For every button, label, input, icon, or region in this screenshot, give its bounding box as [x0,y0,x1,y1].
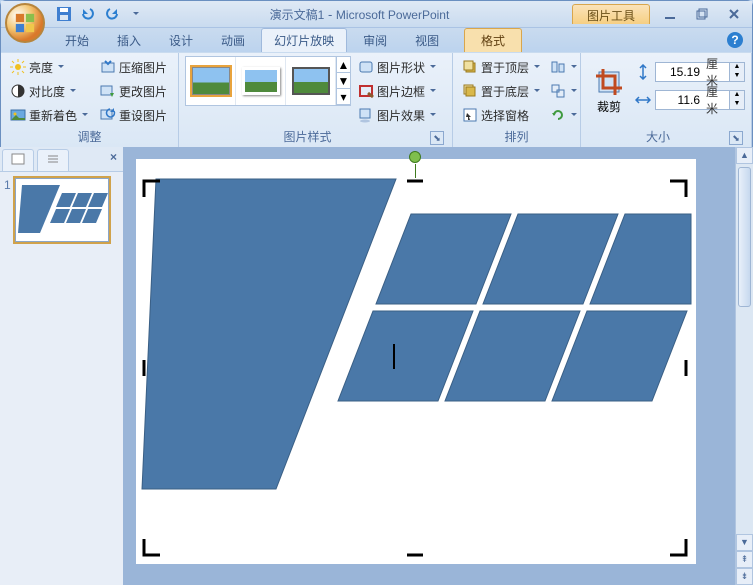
width-up[interactable]: ▲ [730,91,744,100]
contrast-button[interactable]: 对比度 [7,80,93,102]
reset-picture-button[interactable]: 重设图片 [97,104,170,126]
bring-front-icon [462,59,478,75]
quick-access-toolbar [53,3,147,25]
group-adjust: 亮度 对比度 重新着色 压缩图片 更改图片 重设图片 调整 [1,53,179,147]
group-button[interactable] [549,80,580,102]
sun-icon [10,59,26,75]
picture-border-button[interactable]: 图片边框 [355,80,441,102]
style-item-1[interactable] [186,57,236,105]
selection-box[interactable] [142,179,688,557]
compress-button[interactable]: 压缩图片 [97,56,170,78]
group-picture-styles: ▲ ▼ ▾ 图片形状 图片边框 图片效果 图片样式⬊ [179,53,453,147]
help-icon[interactable]: ? [727,32,743,48]
vertical-scrollbar[interactable]: ▲ ▼ ⇞ ⇟ [735,147,753,585]
rotate-icon [550,107,566,123]
gallery-down[interactable]: ▼ [337,73,350,89]
picture-shape-button[interactable]: 图片形状 [355,56,441,78]
gallery-more[interactable]: ▾ [337,89,350,105]
slide-canvas[interactable]: ▲ ▼ ⇞ ⇟ [124,147,753,585]
group-size: 裁剪 厘米▲▼ 厘米▲▼ 大小⬊ [581,53,752,147]
send-back-icon [462,83,478,99]
border-icon [358,83,374,99]
height-icon [635,64,651,80]
recolor-icon [10,107,26,123]
recolor-button[interactable]: 重新着色 [7,104,93,126]
style-item-3[interactable] [286,57,336,105]
undo-button[interactable] [77,3,99,25]
scroll-down[interactable]: ▼ [736,534,753,551]
save-button[interactable] [53,3,75,25]
width-input[interactable] [656,93,702,107]
tab-design[interactable]: 设计 [157,29,205,52]
outline-tab-icon [46,153,60,165]
slide-panel: × 1 [0,147,124,585]
ribbon: 亮度 对比度 重新着色 压缩图片 更改图片 重设图片 调整 ▲ ▼ ▾ [1,52,752,148]
width-icon [635,92,651,108]
height-input[interactable] [656,65,702,79]
tab-insert[interactable]: 插入 [105,29,153,52]
height-spinner[interactable]: 厘米▲▼ [655,62,745,82]
width-down[interactable]: ▼ [730,100,744,109]
outline-tab[interactable] [37,149,69,171]
width-spinner[interactable]: 厘米▲▼ [655,90,745,110]
close-button[interactable] [720,4,748,24]
reset-icon [100,107,116,123]
size-launcher[interactable]: ⬊ [729,131,743,145]
tab-format[interactable]: 格式 [464,28,522,52]
tab-animations[interactable]: 动画 [209,29,257,52]
workspace: × 1 [0,147,753,585]
group-arrange: 置于顶层 置于底层 选择窗格 排列 [453,53,581,147]
style-item-2[interactable] [236,57,286,105]
window-title: 演示文稿1 - Microsoft PowerPoint [147,6,572,23]
send-back-button[interactable]: 置于底层 [459,80,545,102]
next-slide[interactable]: ⇟ [736,568,753,585]
gallery-up[interactable]: ▲ [337,57,350,73]
gallery-scroll: ▲ ▼ ▾ [336,57,350,105]
contrast-icon [10,83,26,99]
redo-button[interactable] [101,3,123,25]
ribbon-tabs: 开始 插入 设计 动画 幻灯片放映 审阅 视图 格式 [1,28,752,52]
brightness-button[interactable]: 亮度 [7,56,93,78]
effects-icon [358,107,374,123]
change-icon [100,83,116,99]
compress-icon [100,59,116,75]
office-button[interactable] [5,3,45,43]
align-button[interactable] [549,56,580,78]
rotate-button[interactable] [549,104,580,126]
slides-tab[interactable] [2,149,34,171]
styles-launcher[interactable]: ⬊ [430,131,444,145]
title-bar: 演示文稿1 - Microsoft PowerPoint 图片工具 [1,1,752,28]
crop-icon [593,66,625,98]
crop-button[interactable]: 裁剪 [587,56,631,124]
restore-button[interactable] [688,4,716,24]
rotation-handle[interactable] [409,151,421,163]
tab-view[interactable]: 视图 [403,29,451,52]
height-up[interactable]: ▲ [730,63,744,72]
selection-pane-icon [462,107,478,123]
prev-slide[interactable]: ⇞ [736,551,753,568]
contextual-tab-title: 图片工具 [572,4,650,24]
bring-front-button[interactable]: 置于顶层 [459,56,545,78]
slides-tab-icon [11,153,25,165]
selection-pane-button[interactable]: 选择窗格 [459,104,545,126]
group-icon [550,83,566,99]
slide-thumb-row[interactable]: 1 [0,172,123,248]
height-down[interactable]: ▼ [730,72,744,81]
style-gallery[interactable]: ▲ ▼ ▾ [185,56,351,106]
tab-home[interactable]: 开始 [53,29,101,52]
picture-effects-button[interactable]: 图片效果 [355,104,441,126]
scroll-up[interactable]: ▲ [736,147,753,164]
slide-thumbnail-1[interactable] [15,178,109,242]
pane-close[interactable]: × [104,147,123,171]
scroll-thumb[interactable] [738,167,751,307]
change-picture-button[interactable]: 更改图片 [97,80,170,102]
qat-customize[interactable] [125,3,147,25]
align-icon [550,59,566,75]
shape-icon [358,59,374,75]
minimize-button[interactable] [656,4,684,24]
tab-review[interactable]: 审阅 [351,29,399,52]
tab-slideshow[interactable]: 幻灯片放映 [261,28,347,52]
